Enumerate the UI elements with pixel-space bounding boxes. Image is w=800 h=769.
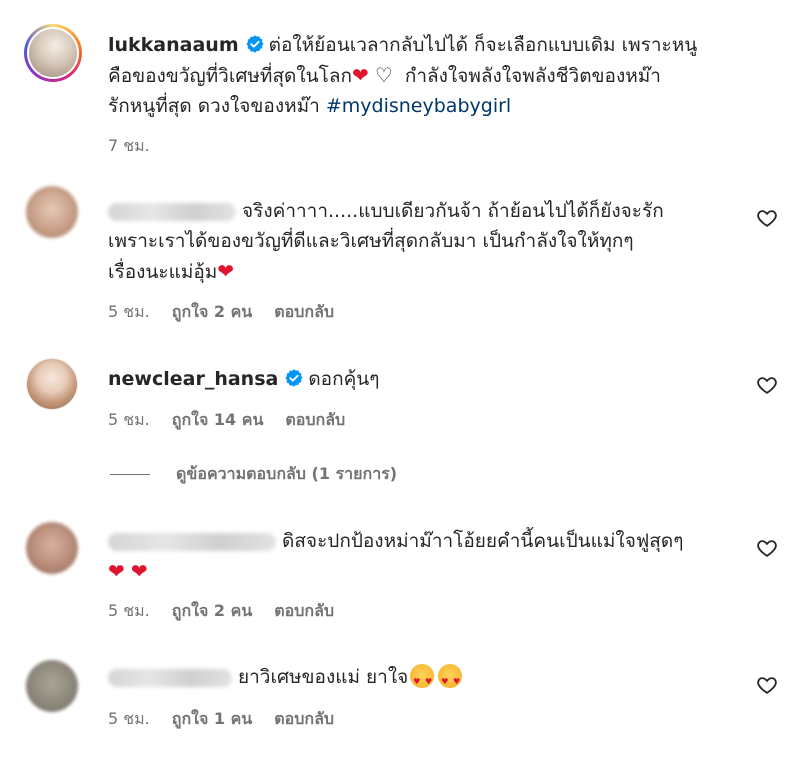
- red-heart-emoji: ❤: [108, 559, 125, 583]
- commenter-username[interactable]: newclear_hansa: [108, 368, 278, 390]
- caption-line-2: คือของขวัญที่วิเศษที่สุดในโลก: [108, 65, 352, 87]
- comment-line-1: ยาวิเศษของแม่ ยาใจ: [238, 666, 409, 688]
- comment-likes[interactable]: ถูกใจ 2 คน: [172, 302, 252, 321]
- reply-button[interactable]: ตอบกลับ: [274, 709, 334, 728]
- commenter-avatar[interactable]: [26, 660, 78, 712]
- red-heart-emoji: ❤: [352, 63, 369, 87]
- red-heart-emoji: ❤: [130, 559, 148, 583]
- heart-outline-icon[interactable]: [756, 374, 778, 396]
- smiling-face-with-hearts-emoji: [438, 664, 463, 697]
- view-replies-label[interactable]: ดูข้อความตอบกลับ (1 รายการ): [176, 462, 397, 487]
- comment-line-2: เพราะเราได้ของขวัญที่ดีและวิเศษที่สุดกลั…: [108, 230, 634, 252]
- blurred-username[interactable]: [108, 202, 236, 221]
- heart-outline-icon[interactable]: [756, 537, 778, 559]
- comment-time[interactable]: 5 ชม.: [108, 601, 150, 620]
- heart-outline-icon[interactable]: [756, 674, 778, 696]
- divider-line: [110, 474, 150, 475]
- comment-time[interactable]: 5 ชม.: [108, 302, 150, 321]
- reply-button[interactable]: ตอบกลับ: [274, 601, 334, 620]
- view-replies-button[interactable]: ดูข้อความตอบกลับ (1 รายการ): [110, 462, 397, 487]
- caption-line-3: รักหนูที่สุด ดวงใจของหม๊า: [108, 95, 320, 117]
- blurred-username[interactable]: [108, 532, 276, 551]
- smiling-face-with-hearts-emoji: [410, 664, 435, 697]
- post-author-username[interactable]: lukkanaaum: [108, 34, 239, 56]
- comment-likes[interactable]: ถูกใจ 1 คน: [172, 709, 252, 728]
- hashtag-link[interactable]: #mydisneybabygirl: [326, 95, 511, 117]
- comment-time[interactable]: 5 ชม.: [108, 410, 150, 429]
- verified-icon: [246, 35, 264, 53]
- reply-button[interactable]: ตอบกลับ: [274, 302, 334, 321]
- heart-outline-icon[interactable]: [756, 207, 778, 229]
- verified-icon: [285, 369, 303, 387]
- post-time[interactable]: 7 ชม.: [108, 136, 150, 155]
- post-author-avatar[interactable]: [24, 24, 82, 82]
- comment-line-1: ดิสจะปกป้องหม่าม๊าาโอ้ยยคำนี้คนเป็นแม่ใจ…: [282, 530, 684, 552]
- red-heart-emoji: ❤: [217, 259, 235, 283]
- commenter-avatar[interactable]: [26, 522, 78, 574]
- comment-likes[interactable]: ถูกใจ 14 คน: [172, 410, 264, 429]
- comment-line-3: เรื่องนะแม่อุ้ม: [108, 261, 218, 283]
- commenter-avatar[interactable]: [26, 186, 78, 238]
- comment-text: ดอกคุ้นๆ: [308, 368, 380, 390]
- caption-line-2-after: กำลังใจพลังใจพลังชีวิตของหม๊า: [404, 65, 661, 87]
- blurred-username[interactable]: [108, 668, 232, 687]
- commenter-avatar[interactable]: [26, 358, 78, 410]
- comment-time[interactable]: 5 ชม.: [108, 709, 150, 728]
- white-heart-emoji: ♡: [374, 63, 393, 87]
- comment-likes[interactable]: ถูกใจ 2 คน: [172, 601, 252, 620]
- caption-line-1: ต่อให้ย้อนเวลากลับไปได้ ก็จะเลือกแบบเดิม…: [268, 34, 698, 56]
- reply-button[interactable]: ตอบกลับ: [285, 410, 345, 429]
- comment-line-1: จริงค่าาาา.....แบบเดียวกันจ้า ถ้าย้อนไปไ…: [242, 200, 664, 222]
